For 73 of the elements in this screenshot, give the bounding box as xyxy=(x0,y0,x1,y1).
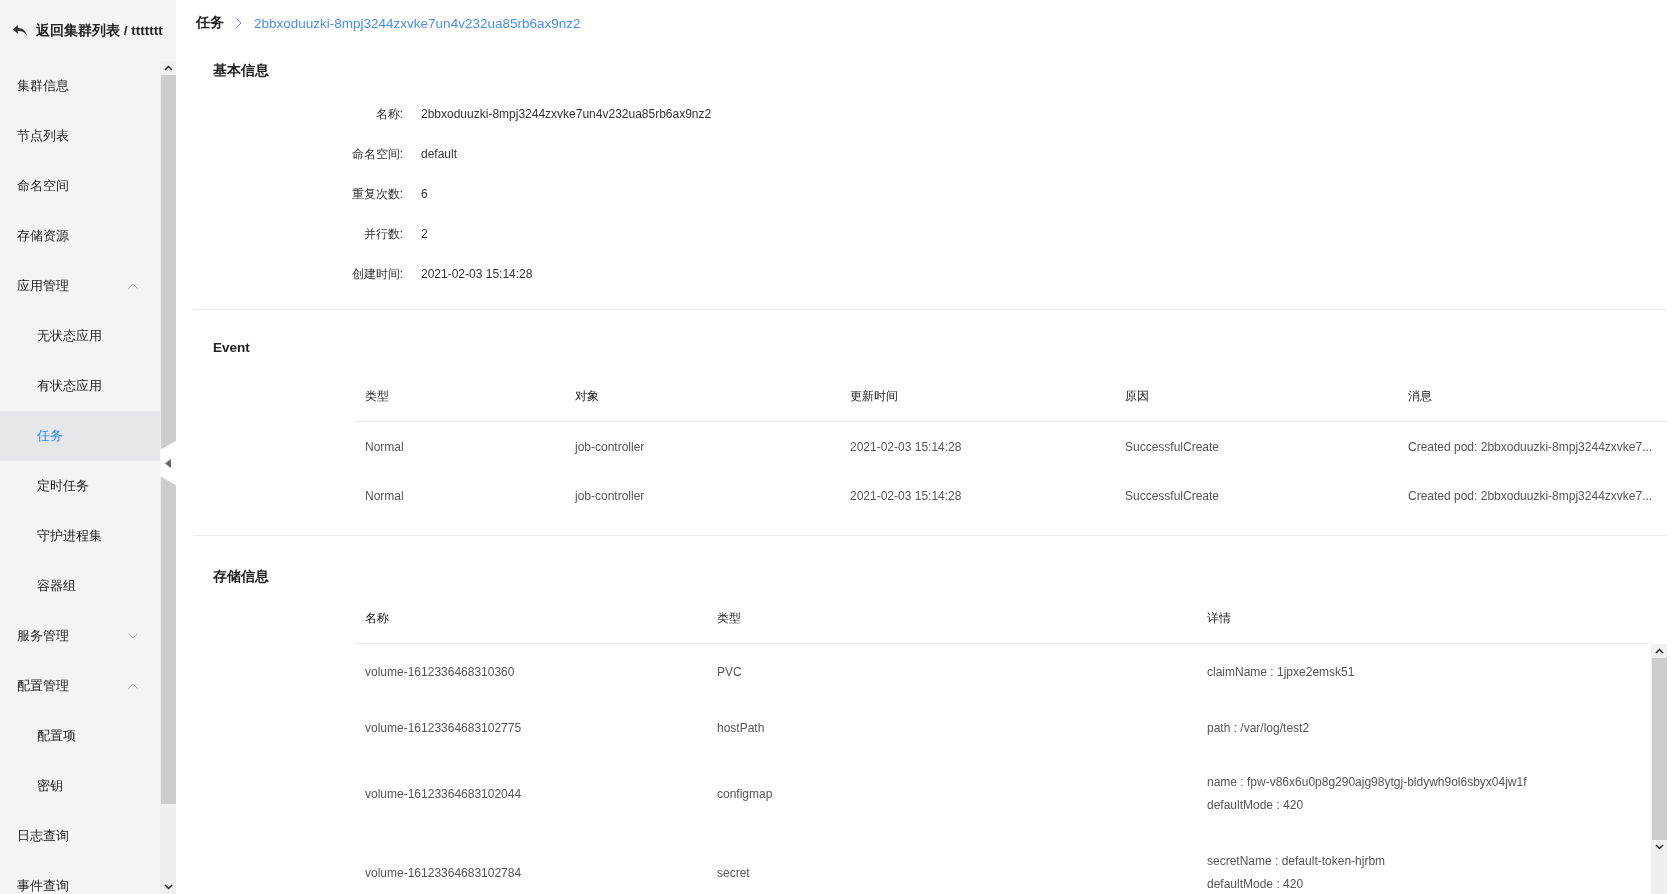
table-cell: configmap xyxy=(717,786,773,801)
nav-item[interactable]: 容器组 xyxy=(0,561,160,611)
breadcrumb-item[interactable]: 任务 xyxy=(196,14,224,32)
scroll-down-icon xyxy=(1654,844,1664,850)
scrollbar[interactable] xyxy=(160,61,176,894)
detail-line: defaultMode : 420 xyxy=(1207,796,1305,814)
nav-item[interactable]: 命名空间 xyxy=(0,161,160,211)
nav-group-header[interactable]: 应用管理 xyxy=(0,261,160,311)
triangle-left-icon xyxy=(165,458,171,468)
nav-item[interactable]: 有状态应用 xyxy=(0,361,160,411)
column-header: 类型 xyxy=(365,389,389,403)
detail-line: defaultMode : 420 xyxy=(1207,875,1305,893)
field-label: 命名空间: xyxy=(350,145,403,163)
column-header: 详情 xyxy=(1207,611,1231,625)
field-label: 创建时间: xyxy=(350,265,403,283)
column-header: 消息 xyxy=(1408,389,1432,403)
nav-item[interactable]: 日志查询 xyxy=(0,811,160,861)
field-value: default xyxy=(421,147,458,161)
field-label: 名称: xyxy=(374,105,403,123)
section-title: 存储信息 xyxy=(212,568,270,586)
column-header: 类型 xyxy=(717,611,741,625)
detail-line: name : fpw-v86x6u0p8g290ajg98ytgj-bldywh9ol6sbyx04jw1f xyxy=(1207,773,1528,791)
scroll-down-icon xyxy=(163,884,173,890)
nav-item[interactable]: 密钥 xyxy=(0,761,160,811)
scrollbar[interactable] xyxy=(1651,644,1667,894)
detail-line: claimName : 1jpxe2emsk51 xyxy=(1207,663,1356,681)
chevron-up-icon xyxy=(128,683,138,689)
table-cell: 2021-02-03 15:14:28 xyxy=(850,439,962,454)
chevron-down-icon xyxy=(128,633,138,639)
nav-group-header[interactable]: 配置管理 xyxy=(0,661,160,711)
table-cell: Normal xyxy=(365,439,404,454)
column-header: 对象 xyxy=(575,389,599,403)
field-label: 并行数: xyxy=(362,225,403,243)
nav-item[interactable]: 事件查询 xyxy=(0,861,160,894)
table-cell: volume-1612336468310360 xyxy=(365,665,515,680)
field-value: 2bbxoduuzki-8mpj3244zxvke7un4v232ua85rb6ax9nz2 xyxy=(421,107,712,121)
table-cell: secret xyxy=(717,865,750,880)
nav-item[interactable]: 集群信息 xyxy=(0,61,160,111)
table-cell: SuccessfulCreate xyxy=(1125,439,1220,454)
field-value: 2021-02-03 15:14:28 xyxy=(421,267,533,281)
column-header: 更新时间 xyxy=(850,389,898,403)
chevron-up-icon xyxy=(128,283,138,289)
section-title: Event xyxy=(212,339,251,357)
field-value: 2 xyxy=(421,227,428,241)
detail-line: path : /var/log/test2 xyxy=(1207,720,1311,737)
table-cell: 2021-02-03 15:14:28 xyxy=(850,488,962,503)
table-cell: Normal xyxy=(365,488,404,503)
table-cell: hostPath xyxy=(717,721,765,736)
section-title: 基本信息 xyxy=(212,62,270,80)
nav-item[interactable]: 配置项 xyxy=(0,711,160,761)
nav-item[interactable]: 无状态应用 xyxy=(0,311,160,361)
nav-item[interactable]: 守护进程集 xyxy=(0,511,160,561)
table-cell: volume-16123364683102044 xyxy=(365,786,522,801)
table-cell: job-controller xyxy=(575,439,645,454)
nav-item[interactable]: 存储资源 xyxy=(0,211,160,261)
scroll-up-icon xyxy=(163,65,173,71)
table-cell: Created pod: 2bbxoduuzki-8mpj3244zxvke7... xyxy=(1408,488,1653,503)
table-cell: Created pod: 2bbxoduuzki-8mpj3244zxvke7... xyxy=(1408,439,1653,454)
field-value: 6 xyxy=(421,187,428,201)
nav-group-header[interactable]: 服务管理 xyxy=(0,611,160,661)
chevron-right-icon xyxy=(236,18,242,28)
field-label: 重复次数: xyxy=(350,185,403,203)
nav-item[interactable]: 节点列表 xyxy=(0,111,160,161)
nav-item[interactable]: 定时任务 xyxy=(0,461,160,511)
table-cell: volume-16123364683102784 xyxy=(365,865,522,880)
scroll-up-icon xyxy=(1654,648,1664,654)
column-header: 名称 xyxy=(365,611,389,625)
table-cell: SuccessfulCreate xyxy=(1125,488,1220,503)
detail-line: secretName : default-token-hjrbm xyxy=(1207,852,1387,870)
table-cell: PVC xyxy=(717,665,742,680)
column-header: 原因 xyxy=(1125,389,1149,403)
table-cell: volume-16123364683102775 xyxy=(365,721,522,736)
table-cell: job-controller xyxy=(575,488,645,503)
